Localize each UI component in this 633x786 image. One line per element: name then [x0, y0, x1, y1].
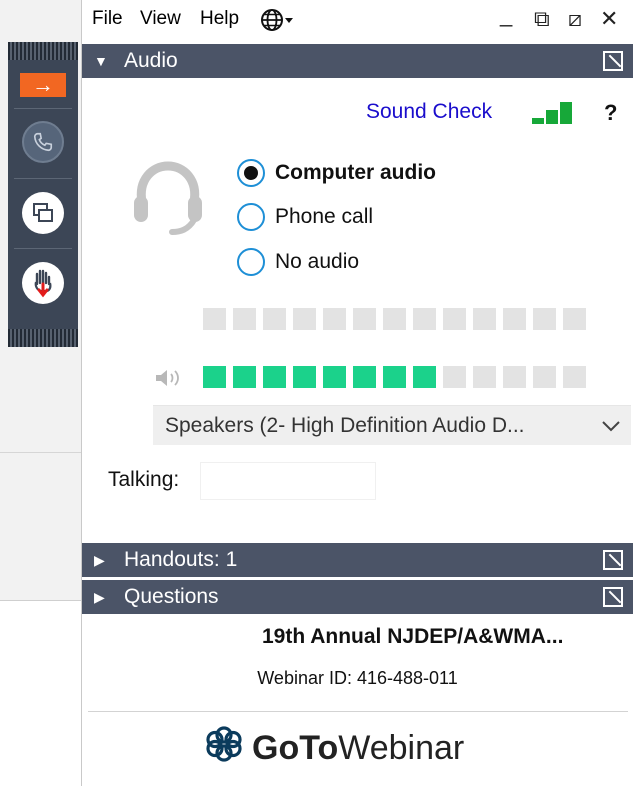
meter-segment	[233, 366, 256, 388]
gotowebinar-control-panel: → File View Help _ ⧉ ⧄ ✕ ▼ Audio Sound C…	[0, 0, 633, 786]
meter-segment	[413, 308, 436, 330]
screens-icon	[22, 192, 64, 234]
popout-panel-icon[interactable]	[603, 51, 623, 71]
close-button[interactable]: ✕	[600, 6, 618, 32]
grab-tab[interactable]: →	[8, 42, 78, 347]
audio-panel-header[interactable]: ▼ Audio	[82, 44, 633, 78]
talking-value	[200, 462, 376, 500]
meter-segment	[203, 308, 226, 330]
show-hide-panel-button[interactable]: →	[8, 70, 78, 100]
signal-strength-icon	[532, 96, 582, 124]
speaker-device-dropdown[interactable]: Speakers (2- High Definition Audio D...	[153, 405, 631, 445]
redacted-area	[97, 620, 255, 662]
no-audio-option[interactable]: No audio	[237, 247, 359, 277]
meter-segment	[443, 308, 466, 330]
handouts-panel-title: Handouts: 1	[124, 548, 238, 571]
arrow-right-icon: →	[20, 73, 66, 97]
phone-call-label: Phone call	[275, 205, 374, 228]
meter-segment	[383, 308, 406, 330]
questions-panel-header[interactable]: ▶ Questions	[82, 580, 633, 614]
menu-file[interactable]: File	[92, 8, 123, 30]
globe-icon[interactable]	[260, 8, 294, 37]
tab-separator	[14, 248, 72, 249]
meter-segment	[443, 366, 466, 388]
meter-segment	[413, 366, 436, 388]
screen-view-button[interactable]	[8, 188, 78, 238]
meter-segment	[473, 308, 496, 330]
chevron-down-icon	[601, 406, 621, 460]
popout-panel-icon[interactable]	[603, 550, 623, 570]
speaker-device-value: Speakers (2- High Definition Audio D...	[165, 414, 525, 437]
grab-tab-grip-bottom[interactable]	[8, 329, 78, 347]
meter-segment	[263, 366, 286, 388]
handouts-panel-header[interactable]: ▶ Handouts: 1	[82, 543, 633, 577]
computer-audio-label: Computer audio	[275, 161, 436, 184]
meter-segment	[353, 308, 376, 330]
sound-check-link[interactable]: Sound Check	[366, 100, 492, 124]
speaker-volume-icon	[154, 367, 186, 395]
meter-segment	[233, 308, 256, 330]
meter-segment	[323, 308, 346, 330]
expand-triangle-icon: ▶	[94, 552, 105, 568]
left-divider	[0, 452, 82, 453]
meter-segment	[533, 308, 556, 330]
menu-help[interactable]: Help	[200, 8, 239, 30]
menu-bar: File View Help _ ⧉ ⧄ ✕	[82, 0, 633, 40]
audio-panel-title: Audio	[124, 49, 178, 72]
audio-help-icon[interactable]: ?	[604, 100, 617, 126]
meter-segment	[503, 366, 526, 388]
brand-webinar: Webinar	[338, 728, 465, 767]
footer-divider	[88, 711, 628, 712]
meter-segment	[293, 366, 316, 388]
left-divider-2	[0, 600, 82, 601]
microphone-level-meter	[203, 308, 586, 330]
meter-segment	[293, 308, 316, 330]
audio-toggle-button[interactable]	[8, 118, 78, 166]
no-audio-label: No audio	[275, 250, 360, 273]
meter-segment	[473, 366, 496, 388]
gotowebinar-logo: GoTo Webinar	[204, 724, 465, 773]
expand-triangle-icon: ▶	[94, 589, 105, 605]
minimize-button[interactable]: _	[500, 2, 512, 28]
phone-icon	[22, 121, 64, 163]
meter-segment	[353, 366, 376, 388]
tab-separator	[14, 178, 72, 179]
popout-panel-icon[interactable]	[603, 587, 623, 607]
brand-goto: GoTo	[252, 728, 339, 767]
webinar-id: Webinar ID: 416-488-011	[257, 668, 458, 688]
raise-hand-button[interactable]	[8, 258, 78, 308]
popout-button[interactable]: ⧄	[568, 6, 582, 32]
webinar-title: 19th Annual NJDEP/A&WMA...	[262, 625, 564, 648]
meter-segment	[503, 308, 526, 330]
meter-segment	[323, 366, 346, 388]
collapse-triangle-icon: ▼	[94, 53, 108, 69]
meter-segment	[263, 308, 286, 330]
meter-segment	[203, 366, 226, 388]
radio-computer-audio[interactable]	[237, 159, 265, 187]
tab-separator	[14, 108, 72, 109]
meter-segment	[563, 366, 586, 388]
gotowebinar-flower-icon	[204, 724, 244, 773]
meter-segment	[383, 366, 406, 388]
computer-audio-option[interactable]: Computer audio	[237, 158, 436, 188]
menu-view[interactable]: View	[140, 8, 181, 30]
speaker-level-meter	[203, 366, 586, 388]
meter-segment	[563, 308, 586, 330]
headset-icon	[128, 158, 208, 238]
raise-hand-icon	[22, 262, 64, 304]
radio-no-audio[interactable]	[237, 248, 265, 276]
talking-label: Talking:	[108, 468, 180, 491]
restore-button[interactable]: ⧉	[534, 6, 550, 32]
phone-call-option[interactable]: Phone call	[237, 202, 373, 232]
radio-phone-call[interactable]	[237, 203, 265, 231]
grab-tab-grip-top[interactable]	[8, 42, 78, 60]
meter-segment	[533, 366, 556, 388]
questions-panel-title: Questions	[124, 585, 219, 608]
